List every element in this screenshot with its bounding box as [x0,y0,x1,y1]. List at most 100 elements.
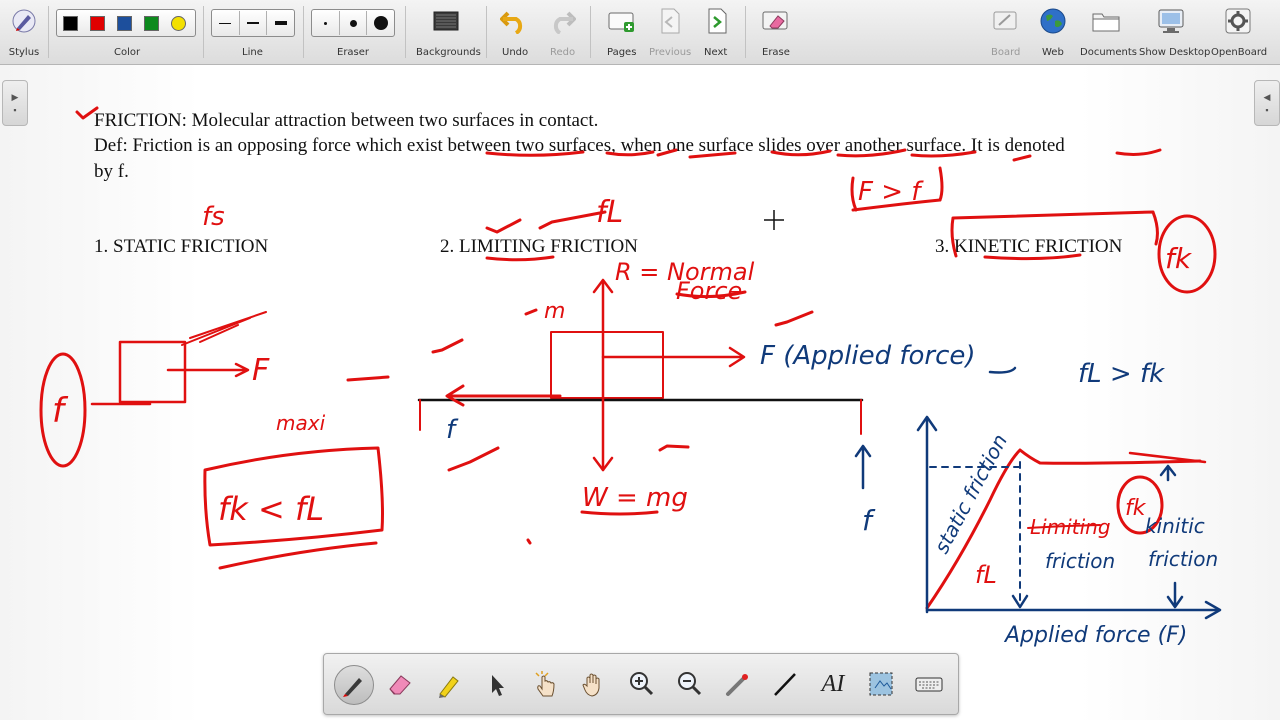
color-swatch-black[interactable] [63,15,78,31]
pages-icon [605,6,637,36]
keyboard-icon [915,677,943,692]
zoom-in-tool-button[interactable] [622,665,660,703]
toolbar-divider [745,6,746,58]
laser-pointer-icon [726,674,748,696]
desktop-icon [1155,6,1187,36]
selector-tool-button[interactable] [478,665,516,703]
erase-label: Erase [762,47,790,58]
eraser-label: Eraser [337,47,370,58]
redo-label: Redo [550,47,576,58]
gear-icon [1222,6,1254,36]
color-swatch-blue[interactable] [117,15,132,31]
openboard-menu-button[interactable]: OpenBoard [1210,0,1267,64]
heading-static-friction: 1. STATIC FRICTION [94,236,269,257]
line-thick-button[interactable] [267,11,294,35]
line-icon [774,673,796,696]
right-palette-toggle[interactable]: ◀ ▪ [1254,80,1280,126]
capture-icon [869,672,893,696]
hand-icon [582,673,600,697]
top-toolbar: Stylus Color Line Eraser Backgrounds Und… [0,0,1280,65]
eraser-group: Eraser [310,0,396,64]
color-group: Color [55,0,197,64]
erase-all-icon [759,6,791,36]
hand-tool-button[interactable] [574,665,612,703]
show-desktop-button[interactable]: Show Desktop [1138,0,1210,64]
stylus-label: Stylus [8,47,40,58]
web-label: Web [1042,47,1064,58]
line-medium-button[interactable] [240,11,268,35]
laser-pointer-tool-button[interactable] [718,665,756,703]
zoom-out-icon [678,672,702,696]
previous-page-icon [654,6,686,36]
show-desktop-label: Show Desktop [1139,47,1211,58]
pen-icon [343,678,362,697]
stylus-button[interactable]: Stylus [6,0,42,64]
folder-icon [1090,6,1122,36]
board-button[interactable]: Board [988,0,1022,64]
crosshair-cursor-icon [764,210,784,230]
heading-kinetic-friction: 3. KINETIC FRICTION [935,236,1123,257]
eraser-icon [389,675,411,695]
zoom-in-icon [630,672,654,696]
chevron-left-icon: ◀ [1263,91,1271,102]
toolbar-divider [303,6,304,58]
line-thin-button[interactable] [212,11,240,35]
left-palette-toggle[interactable]: ▶ ▪ [2,80,28,126]
eraser-large-button[interactable] [367,11,394,35]
documents-button[interactable]: Documents [1080,0,1137,64]
grip-icon: ▪ [1265,104,1269,115]
tool-palette: AI [323,653,959,715]
eraser-tool-button[interactable] [381,665,419,703]
eraser-medium-button[interactable] [340,11,368,35]
pages-button[interactable]: Pages [602,0,640,64]
next-button[interactable]: Next [700,0,734,64]
undo-button[interactable]: Undo [496,0,532,64]
color-swatch-yellow[interactable] [171,15,186,31]
globe-icon [1037,6,1069,36]
eraser-small-button[interactable] [312,11,340,35]
marker-icon [439,676,459,698]
color-swatch-red[interactable] [90,15,105,31]
stylus-icon [8,6,40,36]
next-label: Next [704,47,728,58]
redo-button[interactable]: Redo [544,0,580,64]
grip-icon: ▪ [13,104,17,115]
color-swatch-green[interactable] [144,15,159,31]
selector-icon [492,675,504,696]
toolbar-divider [405,6,406,58]
pages-label: Pages [607,47,637,58]
chevron-right-icon: ▶ [11,91,19,102]
interact-icon [535,671,555,697]
keyboard-tool-button[interactable] [910,665,948,703]
erase-button[interactable]: Erase [756,0,794,64]
next-page-icon [701,6,733,36]
pen-tool-button[interactable] [334,665,374,705]
capture-tool-button[interactable] [862,665,900,703]
previous-label: Previous [649,47,692,58]
interact-tool-button[interactable] [526,665,564,703]
line-tool-button[interactable] [766,665,804,703]
line-widths [211,9,295,37]
marker-tool-button[interactable] [430,665,468,703]
text-tool-button[interactable]: AI [814,665,852,703]
web-button[interactable]: Web [1036,0,1070,64]
toolbar-divider [590,6,591,58]
toolbar-divider [48,6,49,58]
board-label: Board [991,47,1021,58]
friction-def-line: Def: Friction is an opposing force which… [94,135,1065,156]
friction-def-line-end: by f. [94,161,129,182]
documents-label: Documents [1080,47,1138,58]
friction-definition-line: FRICTION: Molecular attraction between t… [94,110,599,131]
board-icon [989,6,1021,36]
backgrounds-button[interactable]: Backgrounds [414,0,481,64]
line-label: Line [242,47,263,58]
zoom-out-tool-button[interactable] [670,665,708,703]
previous-button[interactable]: Previous [648,0,692,64]
color-label: Color [114,47,141,58]
toolbar-divider [203,6,204,58]
toolbar-divider [486,6,487,58]
backgrounds-label: Backgrounds [416,47,481,58]
page-margin-right [1080,65,1280,720]
backgrounds-icon [430,6,462,36]
undo-icon [498,6,530,36]
